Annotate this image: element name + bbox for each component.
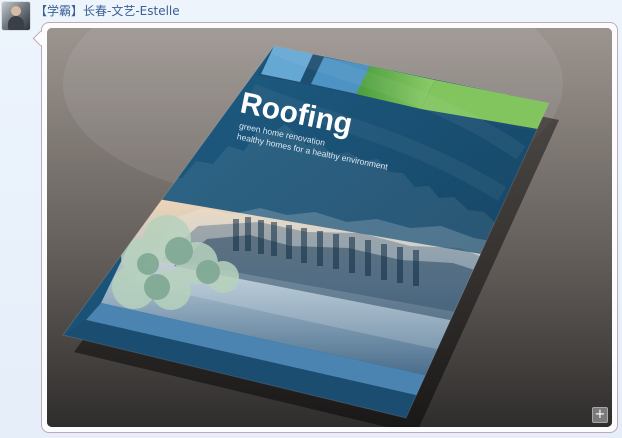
avatar[interactable] (2, 2, 30, 30)
message-image[interactable]: Roofing green home renovation healthy ho… (47, 28, 612, 427)
expand-button[interactable]: + (592, 407, 608, 423)
message-bubble: Roofing green home renovation healthy ho… (41, 22, 618, 433)
chat-window: 【学霸】长春-文艺-Estelle Roofing green home ren… (0, 0, 622, 438)
brochure-mockup: Roofing green home renovation healthy ho… (47, 28, 612, 427)
sender-name: 【学霸】长春-文艺-Estelle (35, 4, 180, 18)
